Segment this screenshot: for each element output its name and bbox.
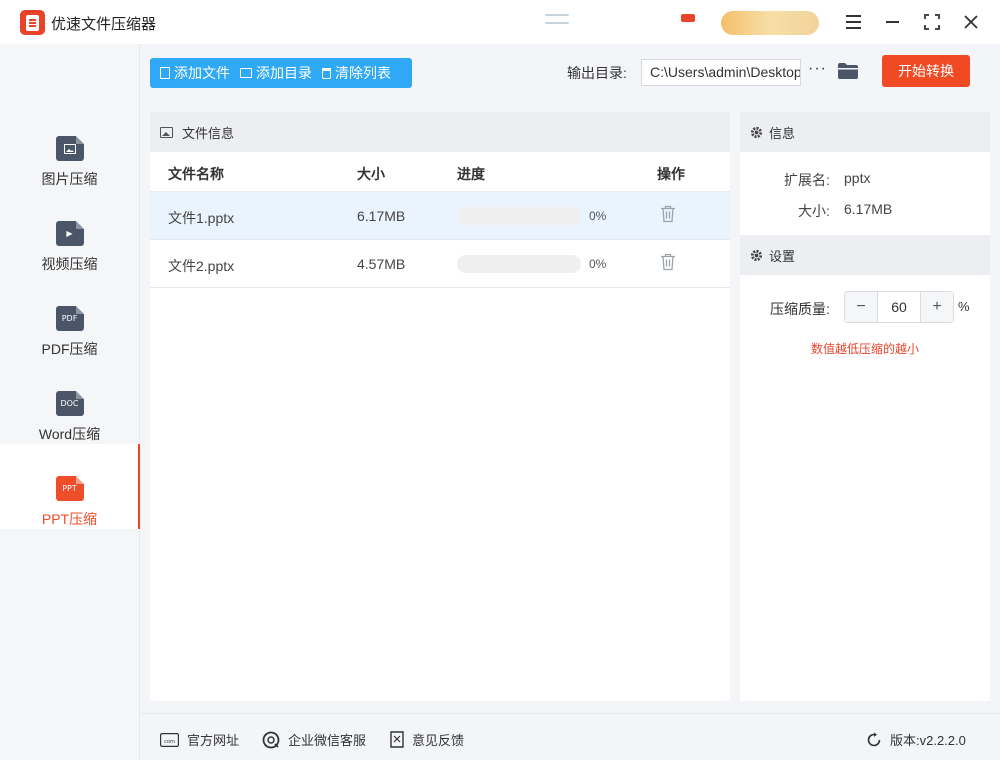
- table-row[interactable]: 文件1.pptx 6.17MB 0%: [150, 192, 730, 240]
- image-file-icon: [55, 136, 84, 161]
- website-label: 官方网址: [187, 733, 240, 748]
- banner-deco-icon: [545, 14, 569, 32]
- file-actions: 添加文件 添加目录 清除列表: [150, 58, 412, 88]
- sidebar-item-label: 图片压缩: [41, 171, 98, 187]
- info-settings-panel: 信息 扩展名: pptx 大小: 6.17MB 设置 压缩质量: − 60 + …: [740, 112, 990, 701]
- progress-text: 0%: [589, 209, 607, 223]
- close-icon[interactable]: [958, 9, 984, 35]
- quality-decrease-button[interactable]: −: [845, 292, 877, 322]
- progress-text: 0%: [589, 257, 607, 271]
- app-logo-icon: [20, 10, 45, 35]
- column-header-action: 操作: [657, 166, 685, 182]
- file-name: 文件1.pptx: [168, 210, 235, 226]
- pdf-file-icon: PDF: [55, 306, 84, 331]
- menu-icon[interactable]: [840, 9, 866, 35]
- start-convert-button[interactable]: 开始转换: [882, 55, 970, 87]
- output-dir-field[interactable]: C:\Users\admin\Desktop: [641, 59, 801, 86]
- column-header-size: 大小: [357, 166, 385, 182]
- settings-header: 设置: [740, 235, 990, 275]
- file-list-panel: 文件信息 文件名称 大小 进度 操作 文件1.pptx 6.17MB 0% 文件…: [150, 112, 730, 701]
- feedback-icon: [390, 731, 404, 748]
- delete-icon[interactable]: [660, 205, 678, 225]
- quality-hint: 数值越低压缩的越小: [810, 342, 919, 356]
- app-title: 优速文件压缩器: [51, 16, 157, 33]
- percent-unit: %: [958, 299, 970, 314]
- open-folder-icon[interactable]: [838, 63, 858, 79]
- quality-input[interactable]: 60: [877, 292, 921, 322]
- info-title: 信息: [769, 125, 796, 141]
- notification-icon[interactable]: [681, 14, 695, 22]
- file-panel-header: 文件信息: [150, 112, 730, 152]
- column-header-progress: 进度: [457, 166, 485, 182]
- add-file-button[interactable]: 添加文件: [150, 58, 230, 88]
- website-icon: com: [160, 732, 179, 747]
- ppt-file-icon: PPT: [55, 476, 84, 501]
- sidebar-item-word[interactable]: DOC Word压缩: [0, 359, 139, 444]
- sidebar: 图片压缩 ▶ 视频压缩 PDF PDF压缩 DOC Word压缩 PPT PPT…: [0, 44, 140, 760]
- clear-list-button[interactable]: 清除列表: [312, 58, 391, 88]
- minimize-icon[interactable]: [879, 9, 905, 35]
- folder-icon: [240, 68, 252, 78]
- sidebar-item-label: PDF压缩: [41, 341, 98, 357]
- website-link[interactable]: com 官方网址: [160, 730, 239, 749]
- sidebar-item-video[interactable]: ▶ 视频压缩: [0, 189, 139, 274]
- progress-bar: [457, 207, 581, 225]
- chat-icon: [262, 731, 280, 748]
- trash-icon: [322, 67, 331, 79]
- gear-icon: [750, 126, 763, 138]
- gear-icon: [750, 249, 763, 261]
- wechat-label: 企业微信客服: [288, 733, 367, 748]
- file-size: 6.17MB: [357, 208, 406, 224]
- file-icon: [160, 67, 170, 79]
- info-header: 信息: [740, 112, 990, 152]
- size-label: 大小:: [798, 203, 830, 219]
- table-row[interactable]: 文件2.pptx 4.57MB 0%: [150, 240, 730, 288]
- quality-increase-button[interactable]: +: [921, 292, 953, 322]
- more-icon[interactable]: ···: [808, 61, 828, 80]
- progress-bar: [457, 255, 581, 273]
- footer: com 官方网址 企业微信客服 意见反馈 版本:v2.2.2.0: [141, 713, 1000, 760]
- toolbar: 添加文件 添加目录 清除列表 输出目录: C:\Users\admin\Desk…: [141, 44, 1000, 102]
- file-name: 文件2.pptx: [168, 258, 235, 274]
- version-label: 版本:v2.2.2.0: [890, 733, 966, 748]
- video-file-icon: ▶: [55, 221, 84, 246]
- sidebar-item-label: Word压缩: [38, 426, 101, 442]
- add-file-label: 添加文件: [174, 65, 230, 81]
- quality-stepper: − 60 +: [844, 291, 954, 323]
- file-size: 4.57MB: [357, 256, 406, 272]
- refresh-icon: [867, 732, 881, 746]
- file-panel-title: 文件信息: [182, 125, 235, 141]
- size-value: 6.17MB: [844, 201, 893, 217]
- promo-banner[interactable]: [721, 11, 819, 35]
- column-header-name: 文件名称: [168, 166, 224, 182]
- ext-value: pptx: [844, 170, 871, 186]
- table-header: 文件名称 大小 进度 操作: [150, 152, 730, 192]
- sidebar-item-pdf[interactable]: PDF PDF压缩: [0, 274, 139, 359]
- sidebar-item-label: 视频压缩: [41, 256, 98, 272]
- add-folder-button[interactable]: 添加目录: [230, 58, 312, 88]
- output-dir-label: 输出目录:: [567, 65, 627, 81]
- settings-title: 设置: [769, 248, 796, 264]
- quality-label: 压缩质量:: [770, 301, 830, 317]
- clear-list-label: 清除列表: [335, 65, 391, 81]
- doc-file-icon: DOC: [55, 391, 84, 416]
- delete-icon[interactable]: [660, 253, 678, 273]
- maximize-icon[interactable]: [919, 9, 945, 35]
- title-bar: 优速文件压缩器: [0, 0, 1000, 44]
- version-info[interactable]: 版本:v2.2.2.0: [866, 730, 966, 749]
- feedback-label: 意见反馈: [412, 733, 465, 748]
- wechat-support-link[interactable]: 企业微信客服: [262, 730, 366, 749]
- sidebar-item-label: PPT压缩: [41, 511, 98, 527]
- ext-label: 扩展名:: [784, 172, 830, 188]
- add-folder-label: 添加目录: [256, 65, 312, 81]
- feedback-link[interactable]: 意见反馈: [390, 730, 464, 749]
- image-icon: [160, 126, 173, 138]
- sidebar-item-ppt[interactable]: PPT PPT压缩: [0, 444, 140, 529]
- sidebar-item-image[interactable]: 图片压缩: [0, 104, 139, 189]
- svg-text:com: com: [164, 739, 175, 745]
